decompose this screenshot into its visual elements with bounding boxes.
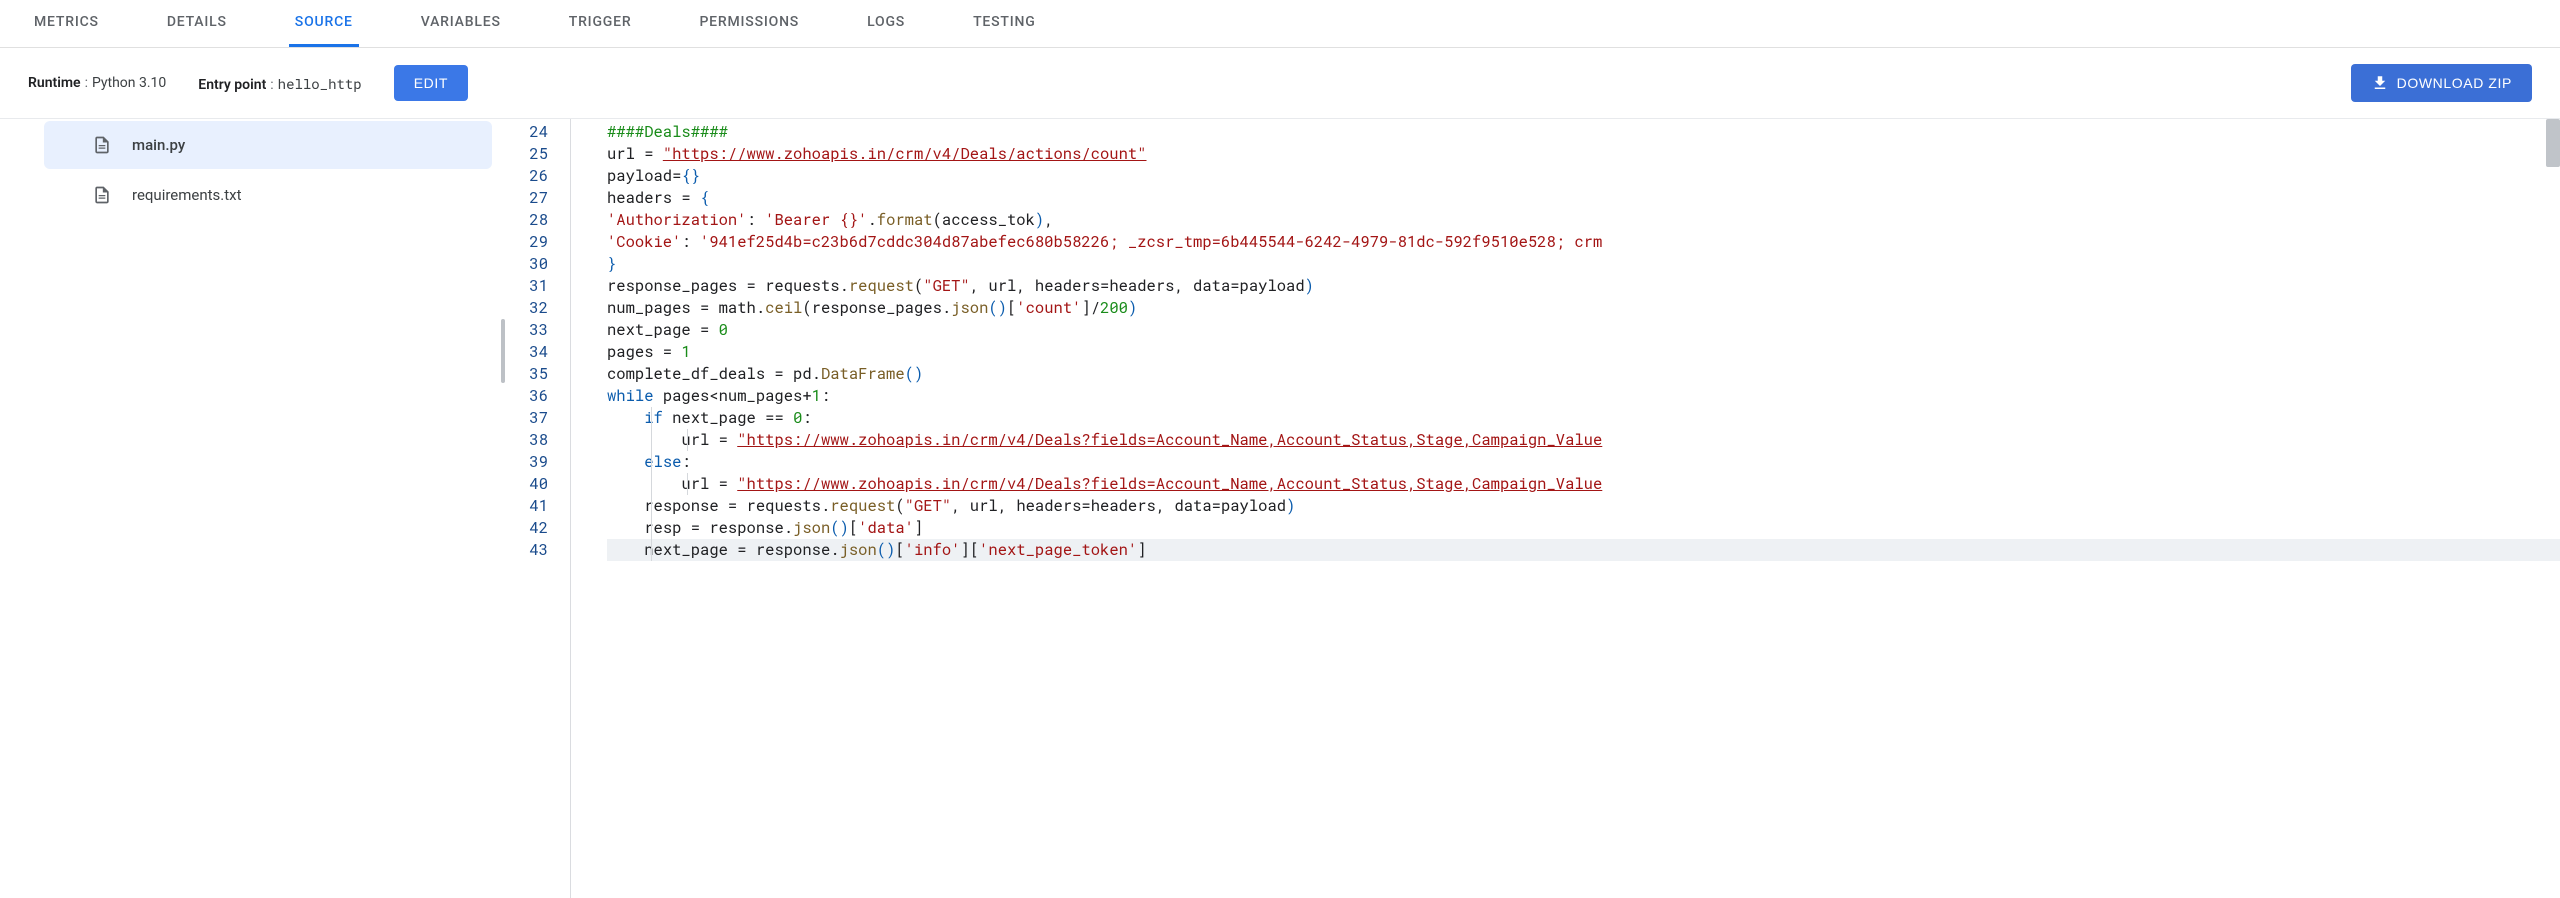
code-line[interactable]: if next_page == 0: <box>607 407 2560 429</box>
code-line[interactable]: response = requests.request("GET", url, … <box>607 495 2560 517</box>
file-tree: main.py requirements.txt <box>0 119 500 898</box>
tab-bar: METRICS DETAILS SOURCE VARIABLES TRIGGER… <box>0 0 2560 48</box>
code-line[interactable]: resp = response.json()['data'] <box>607 517 2560 539</box>
download-icon <box>2371 74 2389 92</box>
code-line[interactable]: next_page = response.json()['info']['nex… <box>607 539 2560 561</box>
tab-variables[interactable]: VARIABLES <box>415 0 507 47</box>
file-item-requirements[interactable]: requirements.txt <box>44 171 492 219</box>
code-content[interactable]: ####Deals####url = "https://www.zohoapis… <box>571 119 2560 561</box>
runtime-value: Python 3.10 <box>92 75 166 91</box>
tab-testing[interactable]: TESTING <box>967 0 1041 47</box>
download-zip-label: DOWNLOAD ZIP <box>2397 75 2512 91</box>
code-line[interactable]: while pages<num_pages+1: <box>607 385 2560 407</box>
code-line[interactable]: pages = 1 <box>607 341 2560 363</box>
code-line[interactable]: 'Authorization': 'Bearer {}'.format(acce… <box>607 209 2560 231</box>
code-line[interactable]: else: <box>607 451 2560 473</box>
code-line[interactable]: headers = { <box>607 187 2560 209</box>
tab-details[interactable]: DETAILS <box>161 0 233 47</box>
code-line[interactable]: } <box>607 253 2560 275</box>
source-body: main.py requirements.txt 242526272829303… <box>0 119 2560 898</box>
code-line[interactable]: 'Cookie': '941ef25d4b=c23b6d7cddc304d87a… <box>607 231 2560 253</box>
code-line[interactable]: payload={} <box>607 165 2560 187</box>
code-line[interactable]: url = "https://www.zohoapis.in/crm/v4/De… <box>607 473 2560 495</box>
entrypoint-label: Entry point <box>198 77 266 93</box>
tab-trigger[interactable]: TRIGGER <box>563 0 638 47</box>
download-zip-button[interactable]: DOWNLOAD ZIP <box>2351 64 2532 102</box>
file-icon <box>92 185 112 205</box>
file-item-label: requirements.txt <box>132 186 242 204</box>
runtime-info: Runtime:Python 3.10 <box>28 75 166 91</box>
tab-logs[interactable]: LOGS <box>861 0 911 47</box>
code-line[interactable]: num_pages = math.ceil(response_pages.jso… <box>607 297 2560 319</box>
edit-button[interactable]: EDIT <box>394 65 468 101</box>
tab-source[interactable]: SOURCE <box>289 0 359 47</box>
code-line[interactable]: url = "https://www.zohoapis.in/crm/v4/De… <box>607 429 2560 451</box>
code-line[interactable]: response_pages = requests.request("GET",… <box>607 275 2560 297</box>
file-item-main[interactable]: main.py <box>44 121 492 169</box>
file-item-label: main.py <box>132 136 185 154</box>
file-icon <box>92 135 112 155</box>
code-line[interactable]: url = "https://www.zohoapis.in/crm/v4/De… <box>607 143 2560 165</box>
code-line[interactable]: next_page = 0 <box>607 319 2560 341</box>
code-line[interactable]: ####Deals#### <box>607 121 2560 143</box>
tab-metrics[interactable]: METRICS <box>28 0 105 47</box>
code-line[interactable]: complete_df_deals = pd.DataFrame() <box>607 363 2560 385</box>
code-editor[interactable]: 2425262728293031323334353637383940414243… <box>506 119 2560 898</box>
runtime-label: Runtime <box>28 75 81 91</box>
source-toolbar: Runtime:Python 3.10 Entry point:hello_ht… <box>0 48 2560 119</box>
tab-permissions[interactable]: PERMISSIONS <box>693 0 805 47</box>
vertical-scrollbar[interactable] <box>2546 119 2560 167</box>
entrypoint-info: Entry point:hello_http <box>198 74 361 93</box>
line-number-gutter: 2425262728293031323334353637383940414243 <box>506 119 570 898</box>
entrypoint-value: hello_http <box>278 74 362 93</box>
